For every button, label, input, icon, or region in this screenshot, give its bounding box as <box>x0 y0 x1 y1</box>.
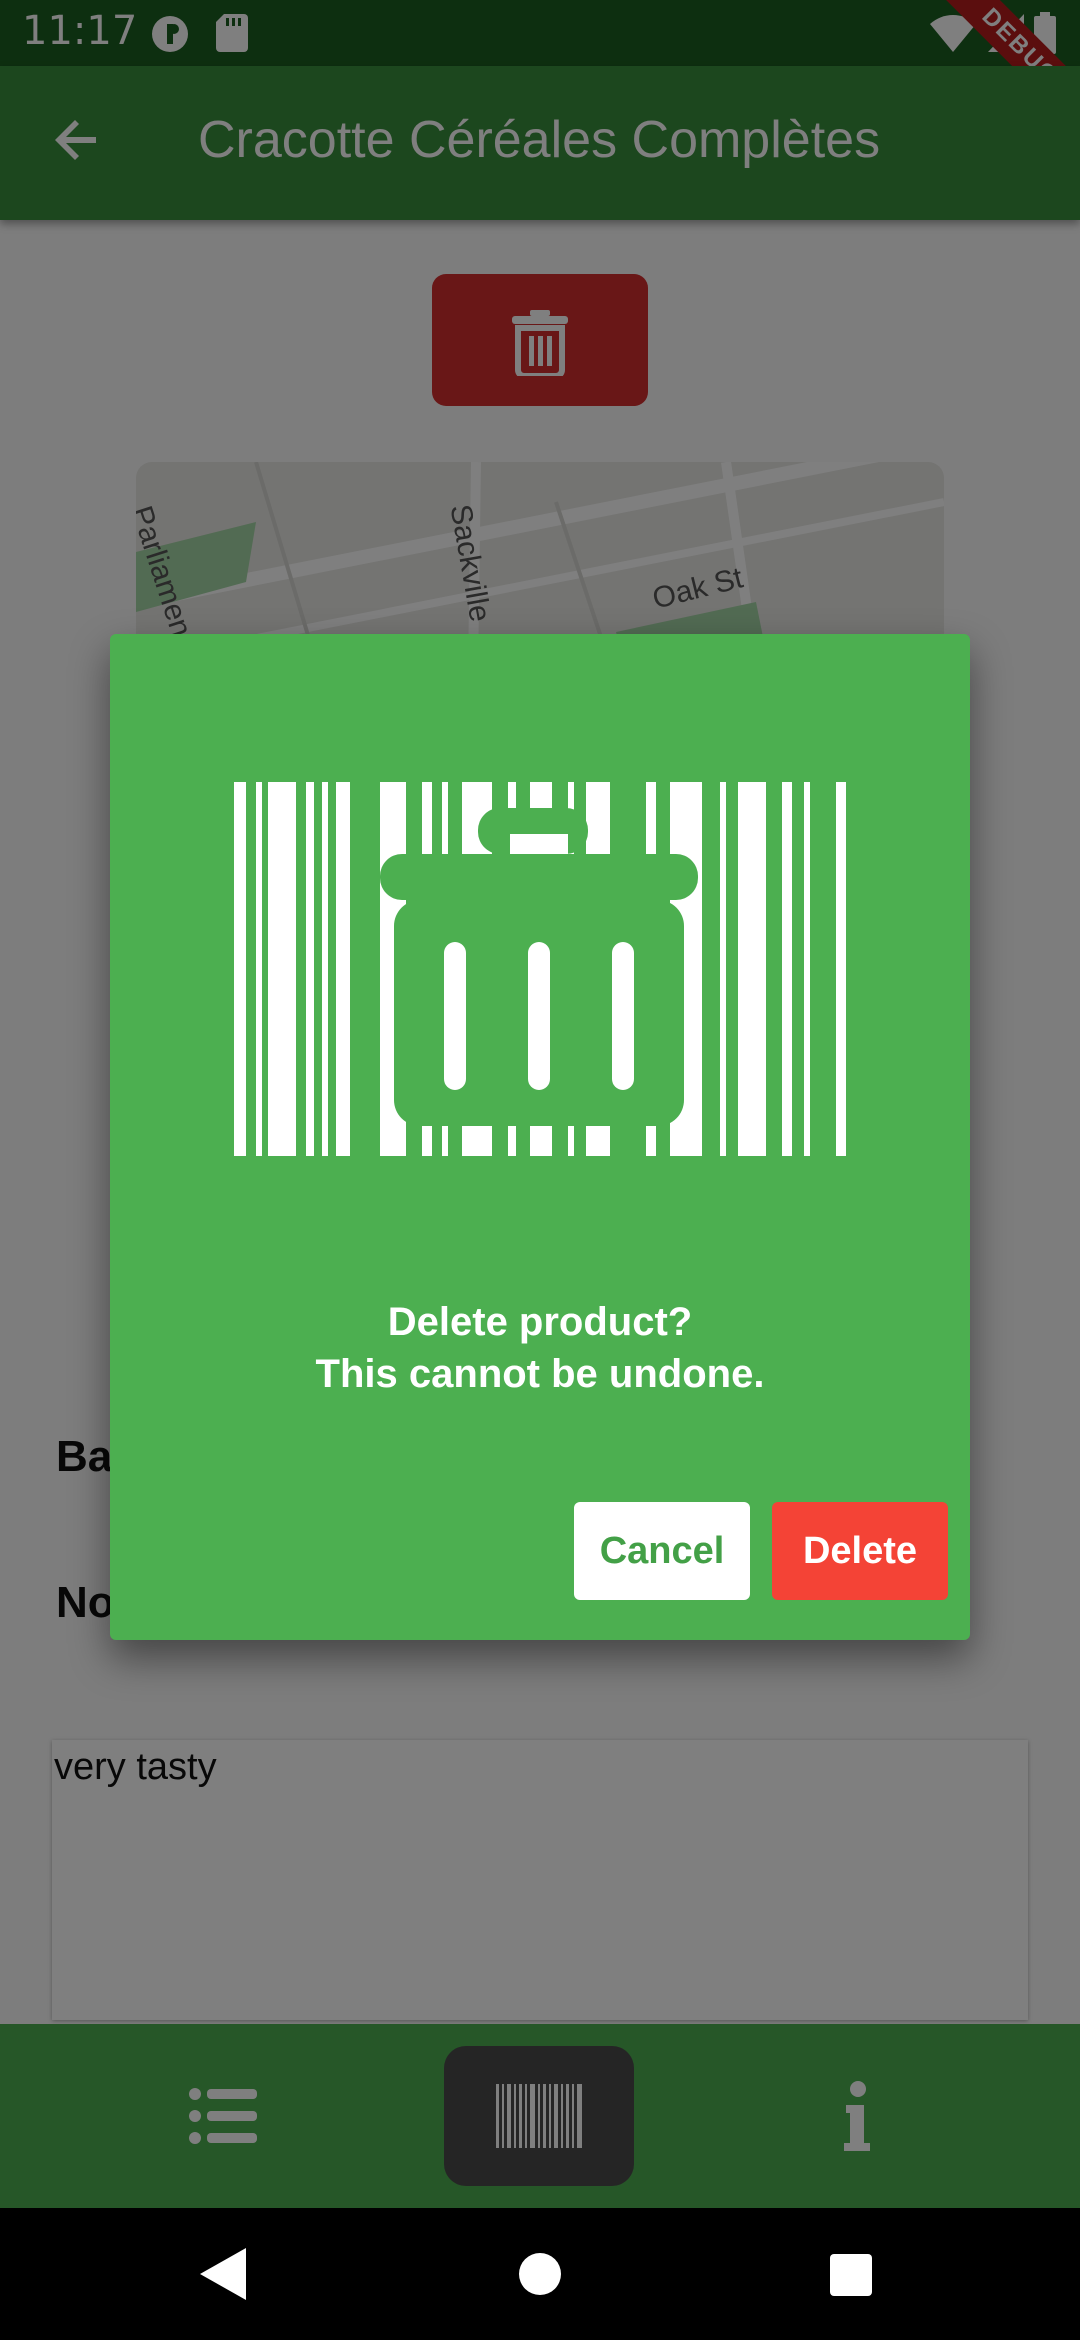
system-recents-icon[interactable] <box>830 2254 872 2296</box>
system-navigation-bar <box>0 2208 1080 2340</box>
dialog-message-line2: This cannot be undone. <box>315 1352 765 1396</box>
delete-confirm-dialog: Delete product? This cannot be undone. C… <box>110 634 970 1640</box>
system-back-icon[interactable] <box>200 2248 246 2300</box>
dialog-message-line1: Delete product? <box>387 1300 693 1344</box>
cancel-button[interactable]: Cancel <box>574 1502 750 1600</box>
app-screen: 11:17 DEBUG Cracotte Céréales Complètes <box>0 0 1080 2340</box>
delete-button[interactable]: Delete <box>772 1502 948 1600</box>
system-home-icon[interactable] <box>518 2252 562 2296</box>
dialog-message: Delete product? This cannot be undone. <box>110 1296 970 1400</box>
barcode-trash-icon <box>234 782 846 1156</box>
